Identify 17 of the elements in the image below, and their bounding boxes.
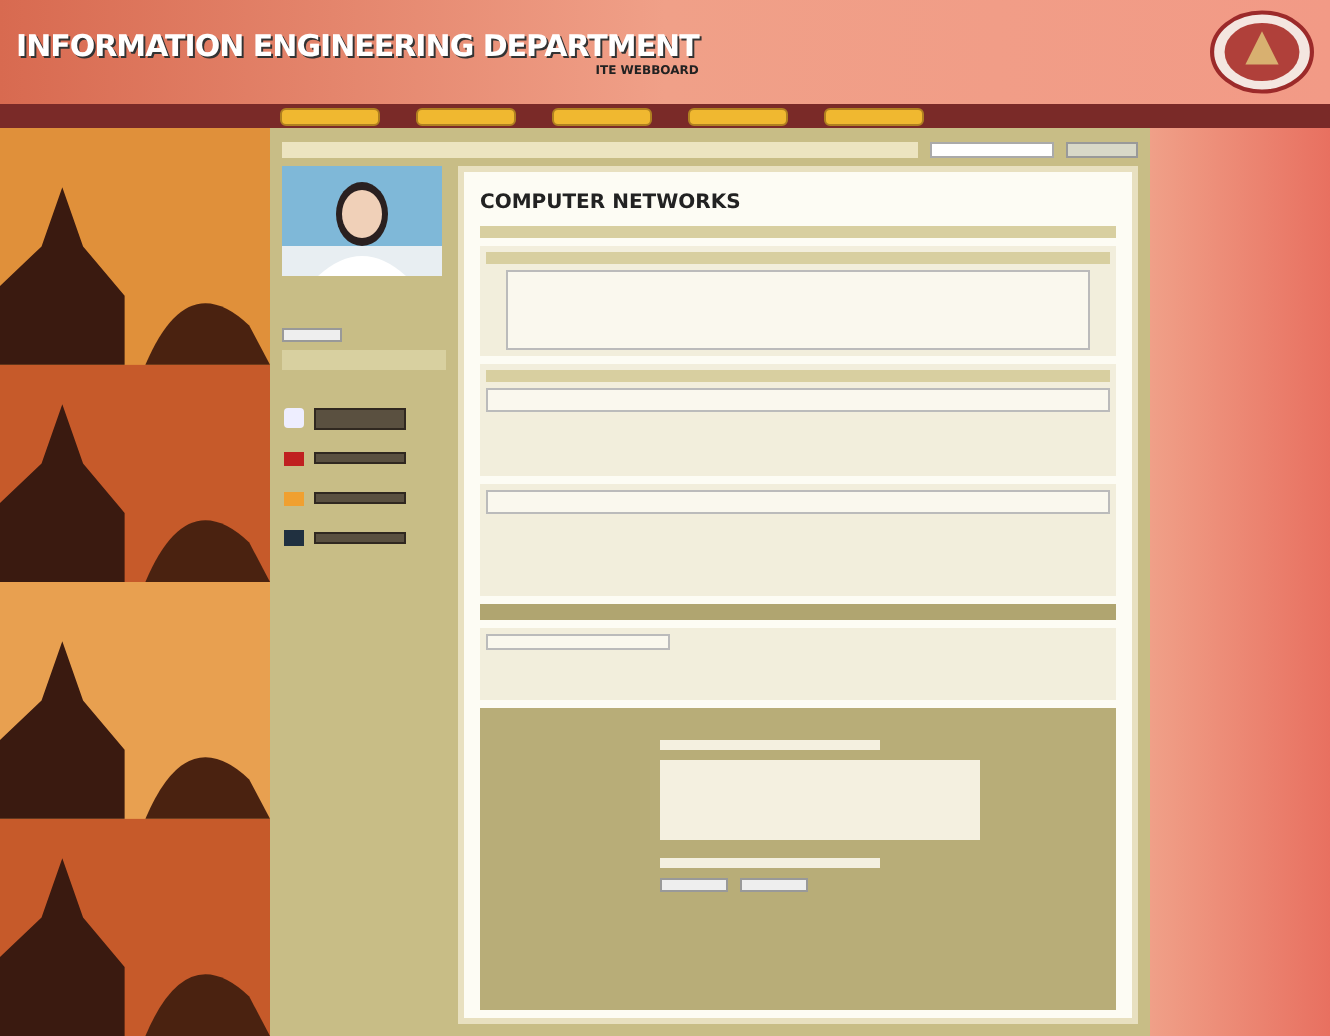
site-title: INFORMATION ENGINEERING DEPARTMENT <box>16 27 699 63</box>
nav-tab[interactable] <box>416 107 516 125</box>
nav-tab[interactable] <box>552 107 652 125</box>
search-button[interactable] <box>1066 141 1138 157</box>
reset-button[interactable] <box>740 878 808 892</box>
seal-icon <box>1210 10 1314 94</box>
search-field[interactable] <box>930 141 1054 157</box>
menu-item[interactable] <box>314 407 406 429</box>
nav-tab[interactable] <box>280 107 380 125</box>
nav-tab[interactable] <box>824 107 924 125</box>
profile-button[interactable] <box>282 328 342 342</box>
submit-button[interactable] <box>660 878 728 892</box>
name-field[interactable] <box>660 858 880 868</box>
message-field[interactable] <box>660 760 980 840</box>
subject-field[interactable] <box>660 740 880 750</box>
course-title: COMPUTER NETWORKS <box>480 192 743 214</box>
nav-tab[interactable] <box>688 107 788 125</box>
